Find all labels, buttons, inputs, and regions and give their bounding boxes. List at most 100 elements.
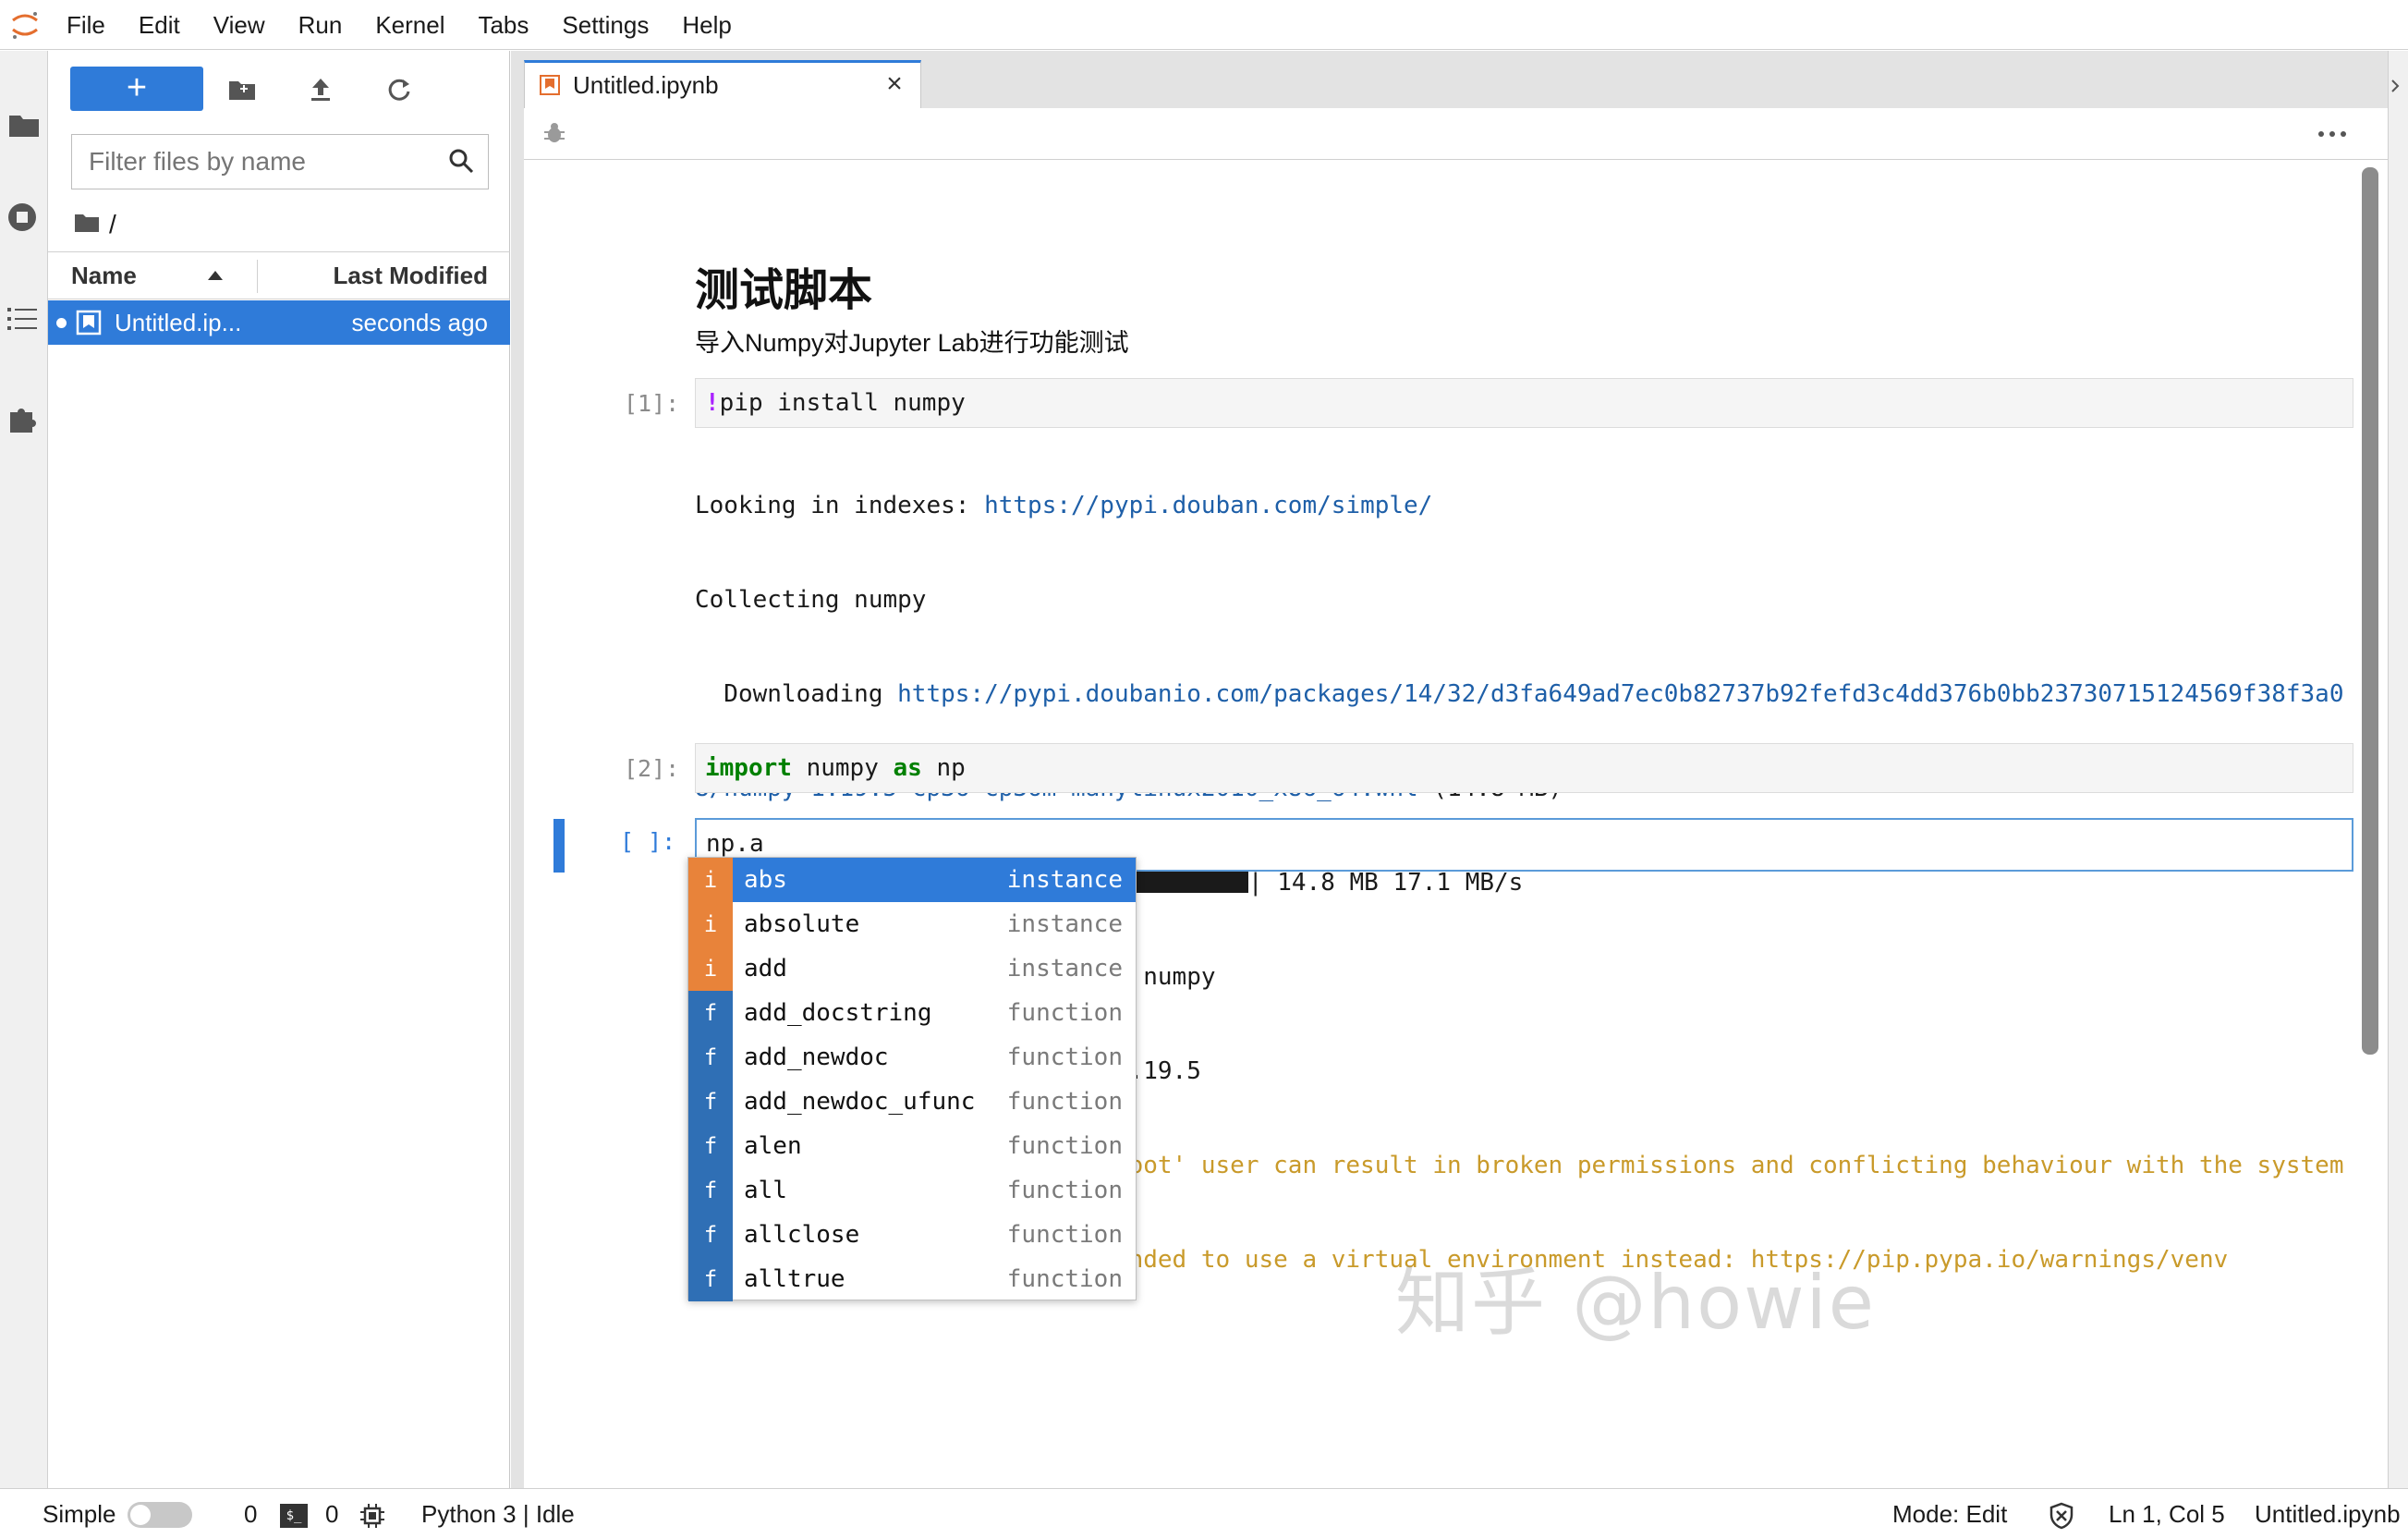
output-line: Downloading https://pypi.doubanio.com/pa… xyxy=(695,678,2353,710)
table-of-contents-icon[interactable] xyxy=(0,291,44,347)
file-name: Untitled.ip... xyxy=(115,309,242,336)
file-last-modified: seconds ago xyxy=(351,309,488,336)
kernels-count: 0 xyxy=(325,1500,339,1528)
trusted-shield-icon[interactable] xyxy=(2048,1502,2075,1530)
menu-edit[interactable]: Edit xyxy=(122,0,197,50)
completion-label: all xyxy=(744,1177,787,1204)
cell-1-code-input[interactable]: !pip install numpy xyxy=(695,378,2353,428)
watermark: 知乎 @howie xyxy=(1395,1260,1876,1346)
upload-icon[interactable] xyxy=(302,71,339,108)
tab-title: Untitled.ipynb xyxy=(573,71,719,99)
menu-tabs[interactable]: Tabs xyxy=(461,0,545,50)
output-link[interactable]: https://pypi.doubanio.com/packages/14/32… xyxy=(897,680,2343,708)
notebook-scrollbar[interactable] xyxy=(2362,167,2378,1055)
cell-2-code-input[interactable]: import numpy as np xyxy=(695,743,2353,793)
filter-files-box xyxy=(71,134,489,189)
running-sessions-icon[interactable] xyxy=(0,189,44,245)
completion-item[interactable]: f alltrue function xyxy=(688,1257,1136,1301)
cell-3-prompt: [ ]: xyxy=(620,828,676,855)
completion-type: function xyxy=(1006,1088,1123,1116)
completion-item[interactable]: f all function xyxy=(688,1168,1136,1213)
completion-item[interactable]: f add_newdoc_ufunc function xyxy=(688,1080,1136,1124)
completion-label: add_docstring xyxy=(744,999,932,1027)
menu-kernel[interactable]: Kernel xyxy=(359,0,461,50)
terminal-icon[interactable]: $_ xyxy=(280,1504,308,1528)
active-cell-marker[interactable] xyxy=(553,819,565,873)
menu-file[interactable]: File xyxy=(50,0,122,50)
new-folder-icon[interactable] xyxy=(224,71,261,108)
completion-item[interactable]: i abs instance xyxy=(688,858,1136,902)
status-filename: Untitled.ipynb xyxy=(2255,1500,2401,1528)
cell-1-prompt: [1]: xyxy=(624,390,680,417)
autocomplete-popup: i abs instance i absolute instance i add insta… xyxy=(687,857,1137,1301)
column-name-header[interactable]: Name xyxy=(71,252,137,299)
property-inspector-icon[interactable] xyxy=(2390,79,2405,102)
tab-bar: Untitled.ipynb × xyxy=(511,51,2388,110)
tab-untitled-notebook[interactable]: Untitled.ipynb × xyxy=(524,60,921,110)
output-text: Looking in indexes: xyxy=(695,492,985,519)
more-options-icon[interactable] xyxy=(2314,121,2351,147)
column-divider[interactable] xyxy=(257,260,258,293)
file-browser-panel: + / Name Last Modified xyxy=(48,51,510,1488)
completion-label: add_newdoc xyxy=(744,1044,889,1071)
filter-files-input[interactable] xyxy=(72,135,442,189)
output-text: Downloading xyxy=(695,680,898,708)
completion-item[interactable]: f add_docstring function xyxy=(688,991,1136,1035)
function-badge-icon: f xyxy=(688,991,733,1035)
keyword-import: import xyxy=(705,754,792,782)
menu-view[interactable]: View xyxy=(197,0,282,50)
new-launcher-button[interactable]: + xyxy=(70,67,203,111)
extensions-puzzle-icon[interactable] xyxy=(0,391,44,446)
bug-debugger-icon[interactable] xyxy=(542,121,568,147)
completion-label: alen xyxy=(744,1132,802,1160)
file-list-item[interactable]: Untitled.ip... seconds ago xyxy=(48,300,510,345)
folder-icon[interactable] xyxy=(0,97,44,153)
completion-item[interactable]: i add instance xyxy=(688,946,1136,991)
completion-type: instance xyxy=(1006,910,1123,938)
menubar: File Edit View Run Kernel Tabs Settings … xyxy=(0,0,2408,50)
breadcrumb: / xyxy=(74,206,116,243)
menu-run[interactable]: Run xyxy=(282,0,359,50)
completion-item[interactable]: f add_newdoc function xyxy=(688,1035,1136,1080)
status-bar: Simple 0 $_ 0 Python 3 | Idle Mode: Edit… xyxy=(0,1488,2408,1538)
completion-item[interactable]: f allclose function xyxy=(688,1213,1136,1257)
file-browser-toolbar: + xyxy=(48,51,510,125)
completion-label: allclose xyxy=(744,1221,860,1249)
code-text: np xyxy=(921,754,966,782)
completion-label: add_newdoc_ufunc xyxy=(744,1088,976,1116)
completion-item[interactable]: f alen function xyxy=(688,1124,1136,1168)
completion-type: instance xyxy=(1006,955,1123,983)
function-badge-icon: f xyxy=(688,1124,733,1168)
terminals-count: 0 xyxy=(244,1500,258,1528)
notebook-tab-icon xyxy=(540,75,560,95)
right-sidebar xyxy=(2388,51,2408,1488)
menu-settings[interactable]: Settings xyxy=(545,0,665,50)
menu-help[interactable]: Help xyxy=(665,0,748,50)
output-line: Looking in indexes: https://pypi.douban.… xyxy=(695,490,2353,521)
refresh-icon[interactable] xyxy=(381,71,418,108)
home-folder-icon[interactable] xyxy=(74,210,100,239)
editor-mode: Mode: Edit xyxy=(1892,1500,2008,1528)
toggle-knob xyxy=(130,1505,151,1525)
file-list-header: Name Last Modified xyxy=(48,251,510,299)
output-line: Collecting numpy xyxy=(695,586,927,614)
cursor-position[interactable]: Ln 1, Col 5 xyxy=(2109,1489,2225,1538)
breadcrumb-root[interactable]: / xyxy=(109,210,116,239)
close-icon[interactable]: × xyxy=(882,70,907,98)
simple-mode-toggle[interactable] xyxy=(128,1502,192,1528)
function-badge-icon: f xyxy=(688,1080,733,1124)
column-last-modified-header[interactable]: Last Modified xyxy=(333,252,488,299)
kernel-status[interactable]: Python 3 | Idle xyxy=(421,1489,575,1538)
instance-badge-icon: i xyxy=(688,946,733,991)
function-badge-icon: f xyxy=(688,1213,733,1257)
kernel-chip-icon[interactable] xyxy=(359,1502,386,1530)
output-link[interactable]: https://pypi.douban.com/simple/ xyxy=(984,492,1432,519)
completion-label: alltrue xyxy=(744,1265,845,1293)
markdown-heading: 测试脚本 xyxy=(695,266,873,315)
cell-1-code-text: pip install numpy xyxy=(719,389,966,417)
jupyter-logo-icon xyxy=(0,0,50,50)
function-badge-icon: f xyxy=(688,1168,733,1213)
completion-type: function xyxy=(1006,1132,1123,1160)
completion-item[interactable]: i absolute instance xyxy=(688,902,1136,946)
sort-ascending-icon xyxy=(207,269,224,282)
